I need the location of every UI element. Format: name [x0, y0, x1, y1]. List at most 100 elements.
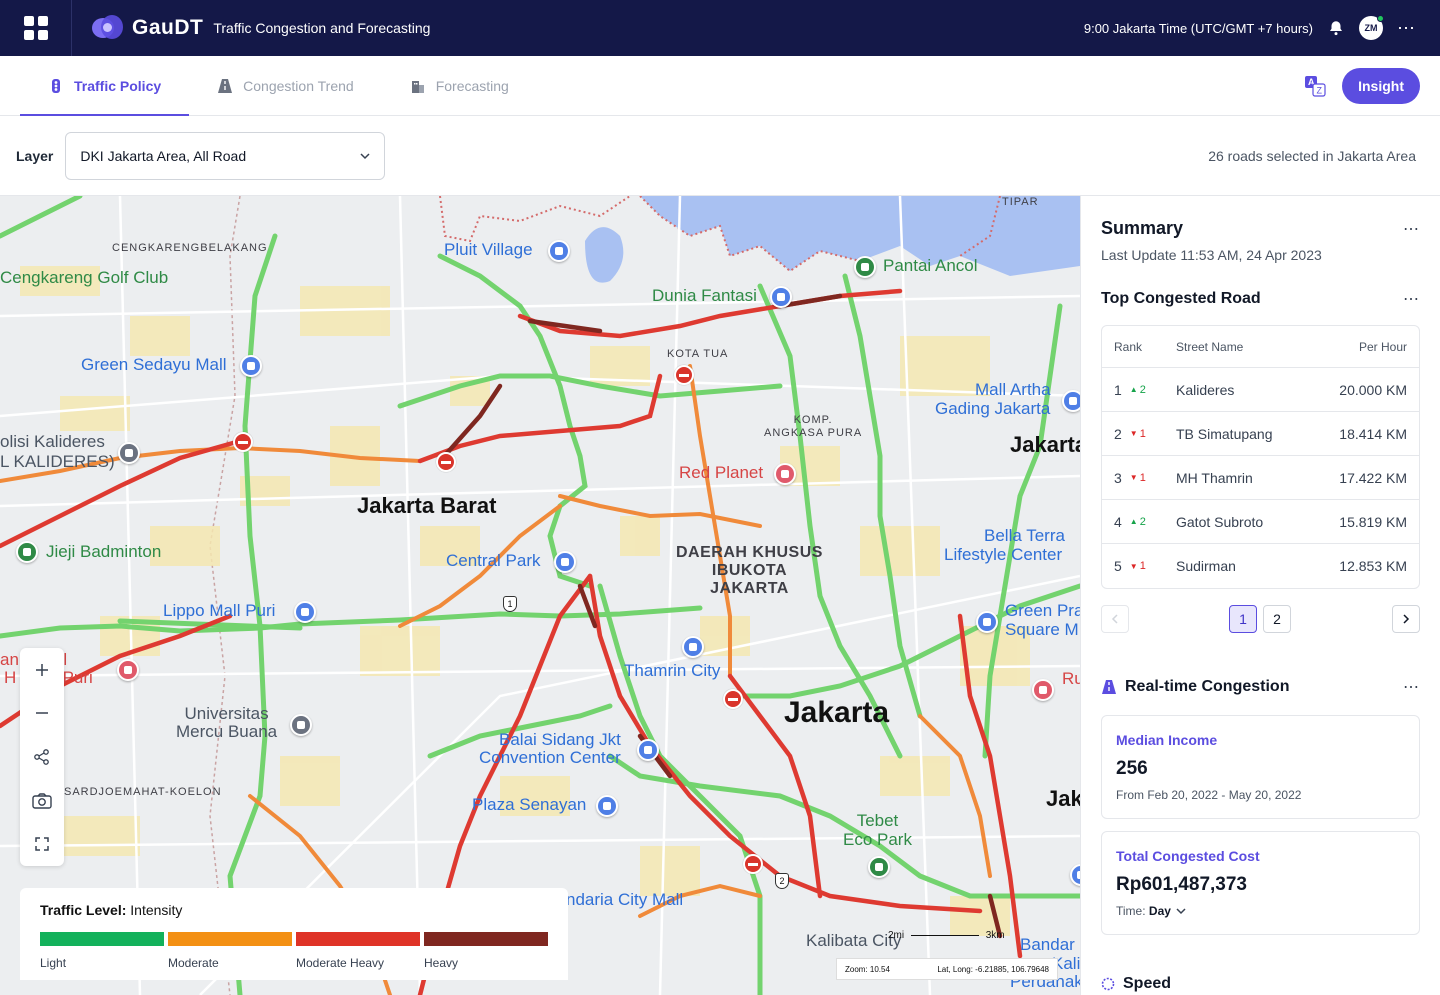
- park-icon[interactable]: [854, 256, 876, 278]
- chevron-down-icon: [1176, 908, 1186, 915]
- median-income-card: Median Income 256 From Feb 20, 2022 - Ma…: [1101, 715, 1420, 819]
- trend-down-indicator: ▼ 1: [1130, 472, 1146, 484]
- map-poi-label: Thamrin City: [624, 661, 721, 680]
- shopping-bag-icon[interactable]: [976, 611, 998, 633]
- top-congested-title: Top Congested Road: [1101, 290, 1261, 307]
- realtime-more-icon[interactable]: ⋯: [1403, 677, 1420, 697]
- table-row[interactable]: 5 ▼ 1 Sudirman 12.853 KM: [1102, 544, 1419, 588]
- map-poi-label: Jieji Badminton: [46, 542, 162, 561]
- legend-item: Moderate: [168, 932, 292, 970]
- layer-select[interactable]: DKI Jakarta Area, All Road: [65, 131, 386, 180]
- rank-cell: 4 ▲ 2: [1114, 514, 1176, 530]
- map-city-label: Jak: [1046, 786, 1080, 811]
- tab-traffic-policy[interactable]: Traffic Policy: [20, 56, 190, 116]
- minus-icon: [36, 712, 48, 715]
- avatar-initials: ZM: [1364, 23, 1378, 33]
- legend-title: Traffic Level: Intensity: [40, 902, 183, 918]
- map-area-label: SARDJOEMAHAT-KOELON: [64, 786, 222, 798]
- road-closed-icon[interactable]: [723, 689, 743, 709]
- triangle-down-icon: ▼: [1129, 429, 1138, 438]
- page-1-button[interactable]: 1: [1229, 605, 1257, 633]
- fullscreen-icon: [35, 837, 49, 851]
- page-2-button[interactable]: 2: [1263, 605, 1291, 633]
- rank-number: 5: [1114, 558, 1122, 574]
- shopping-bag-icon[interactable]: [682, 636, 704, 658]
- school-icon[interactable]: [290, 714, 312, 736]
- map-poi-label: Pantai Ancol: [883, 256, 978, 275]
- table-row[interactable]: 1 ▲ 2 Kalideres 20.000 KM: [1102, 368, 1419, 412]
- brand-name: GauDT: [132, 16, 204, 39]
- table-row[interactable]: 3 ▼ 1 MH Thamrin 17.422 KM: [1102, 456, 1419, 500]
- road-closed-icon[interactable]: [674, 365, 694, 385]
- trend-up-indicator: ▲ 2: [1130, 384, 1146, 396]
- sports-icon[interactable]: [16, 541, 38, 563]
- map-poi-label: Ru: [1062, 669, 1080, 688]
- avatar[interactable]: ZM: [1359, 15, 1384, 40]
- rank-cell: 3 ▼ 1: [1114, 470, 1176, 486]
- road-closed-icon[interactable]: [233, 432, 253, 452]
- next-page-button[interactable]: [1392, 605, 1420, 633]
- roads-selected-info: 26 roads selected in Jakarta Area: [1208, 147, 1416, 164]
- shopping-bag-icon[interactable]: [554, 551, 576, 573]
- prev-page-button[interactable]: [1101, 605, 1129, 633]
- hospital-icon[interactable]: [1032, 679, 1054, 701]
- rank-cell: 2 ▼ 1: [1114, 426, 1176, 442]
- bell-icon[interactable]: [1327, 19, 1345, 37]
- congested-cost-title: Total Congested Cost: [1116, 848, 1260, 864]
- map-poi-label: Bandar: [1020, 935, 1075, 954]
- map-base: [0, 196, 1080, 995]
- light-traffic-roads: [0, 196, 1080, 995]
- median-income-value: 256: [1116, 758, 1148, 779]
- insight-button[interactable]: Insight: [1342, 67, 1420, 104]
- trend-down-indicator: ▼ 1: [1130, 560, 1146, 572]
- time-filter[interactable]: Time: Day: [1116, 904, 1405, 918]
- shopping-bag-icon[interactable]: [548, 240, 570, 262]
- shopping-bag-icon[interactable]: [1062, 390, 1080, 412]
- table-body: 1 ▲ 2 Kalideres 20.000 KM 2 ▼ 1 TB Simatupang 18.…: [1102, 368, 1419, 588]
- trend-up-indicator: ▲ 2: [1130, 516, 1146, 528]
- map-poi-label: Mall Artha: [975, 380, 1051, 399]
- shopping-bag-icon[interactable]: [596, 795, 618, 817]
- tab-label: Congestion Trend: [243, 77, 354, 94]
- top-congested-more-icon[interactable]: ⋯: [1403, 289, 1420, 309]
- traffic-jam-icon[interactable]: [743, 854, 763, 874]
- apps-menu-button[interactable]: [0, 0, 72, 56]
- per-hour-value: 20.000 KM: [1339, 381, 1407, 398]
- screenshot-button[interactable]: [20, 779, 64, 823]
- traffic-legend: Traffic Level: Intensity Light Moderate Mo…: [20, 888, 568, 980]
- shopping-bag-icon[interactable]: [294, 601, 316, 623]
- table-row[interactable]: 2 ▼ 1 TB Simatupang 18.414 KM: [1102, 412, 1419, 456]
- share-button[interactable]: [20, 735, 64, 779]
- park-icon[interactable]: [868, 856, 890, 878]
- map-poi-label: Bella Terra: [984, 526, 1065, 545]
- tab-congestion-trend[interactable]: Congestion Trend: [189, 56, 382, 115]
- map-district-label: Jakarta Barat: [357, 493, 497, 518]
- share-icon: [34, 749, 49, 765]
- hospital-icon[interactable]: [117, 659, 139, 681]
- convention-center-icon[interactable]: [637, 739, 659, 761]
- more-options-icon[interactable]: ⋯: [1397, 19, 1416, 37]
- shopping-bag-icon[interactable]: [240, 355, 262, 377]
- street-name: Kalideres: [1176, 381, 1235, 398]
- hotel-icon[interactable]: [774, 463, 796, 485]
- police-icon[interactable]: [118, 442, 140, 464]
- translate-icon[interactable]: AZ: [1304, 75, 1326, 97]
- rank-number: 4: [1114, 513, 1122, 530]
- amusement-park-icon[interactable]: [770, 286, 792, 308]
- map-poi-label: L KALIDERES): [0, 452, 115, 471]
- trend-delta: 1: [1139, 471, 1146, 484]
- legend-color-bar: [424, 932, 548, 946]
- map-poi-label: Balai Sidang Jkt: [499, 730, 621, 749]
- tab-forecasting[interactable]: Forecasting: [382, 56, 537, 115]
- plus-icon: [36, 663, 48, 676]
- fullscreen-button[interactable]: [20, 822, 64, 866]
- map-poi-label: Plaza Senayan: [472, 795, 587, 814]
- table-row[interactable]: 4 ▲ 2 Gatot Subroto 15.819 KM: [1102, 500, 1419, 544]
- per-hour-value: 17.422 KM: [1339, 469, 1407, 486]
- road-closed-icon[interactable]: [436, 452, 456, 472]
- zoom-in-button[interactable]: [20, 648, 64, 692]
- map-poi-label: Square M: [1005, 620, 1079, 639]
- summary-more-icon[interactable]: ⋯: [1403, 219, 1420, 239]
- traffic-map[interactable]: CENGKARENGBELAKANG Cengkareng Golf Club …: [0, 196, 1080, 995]
- zoom-out-button[interactable]: [20, 692, 64, 736]
